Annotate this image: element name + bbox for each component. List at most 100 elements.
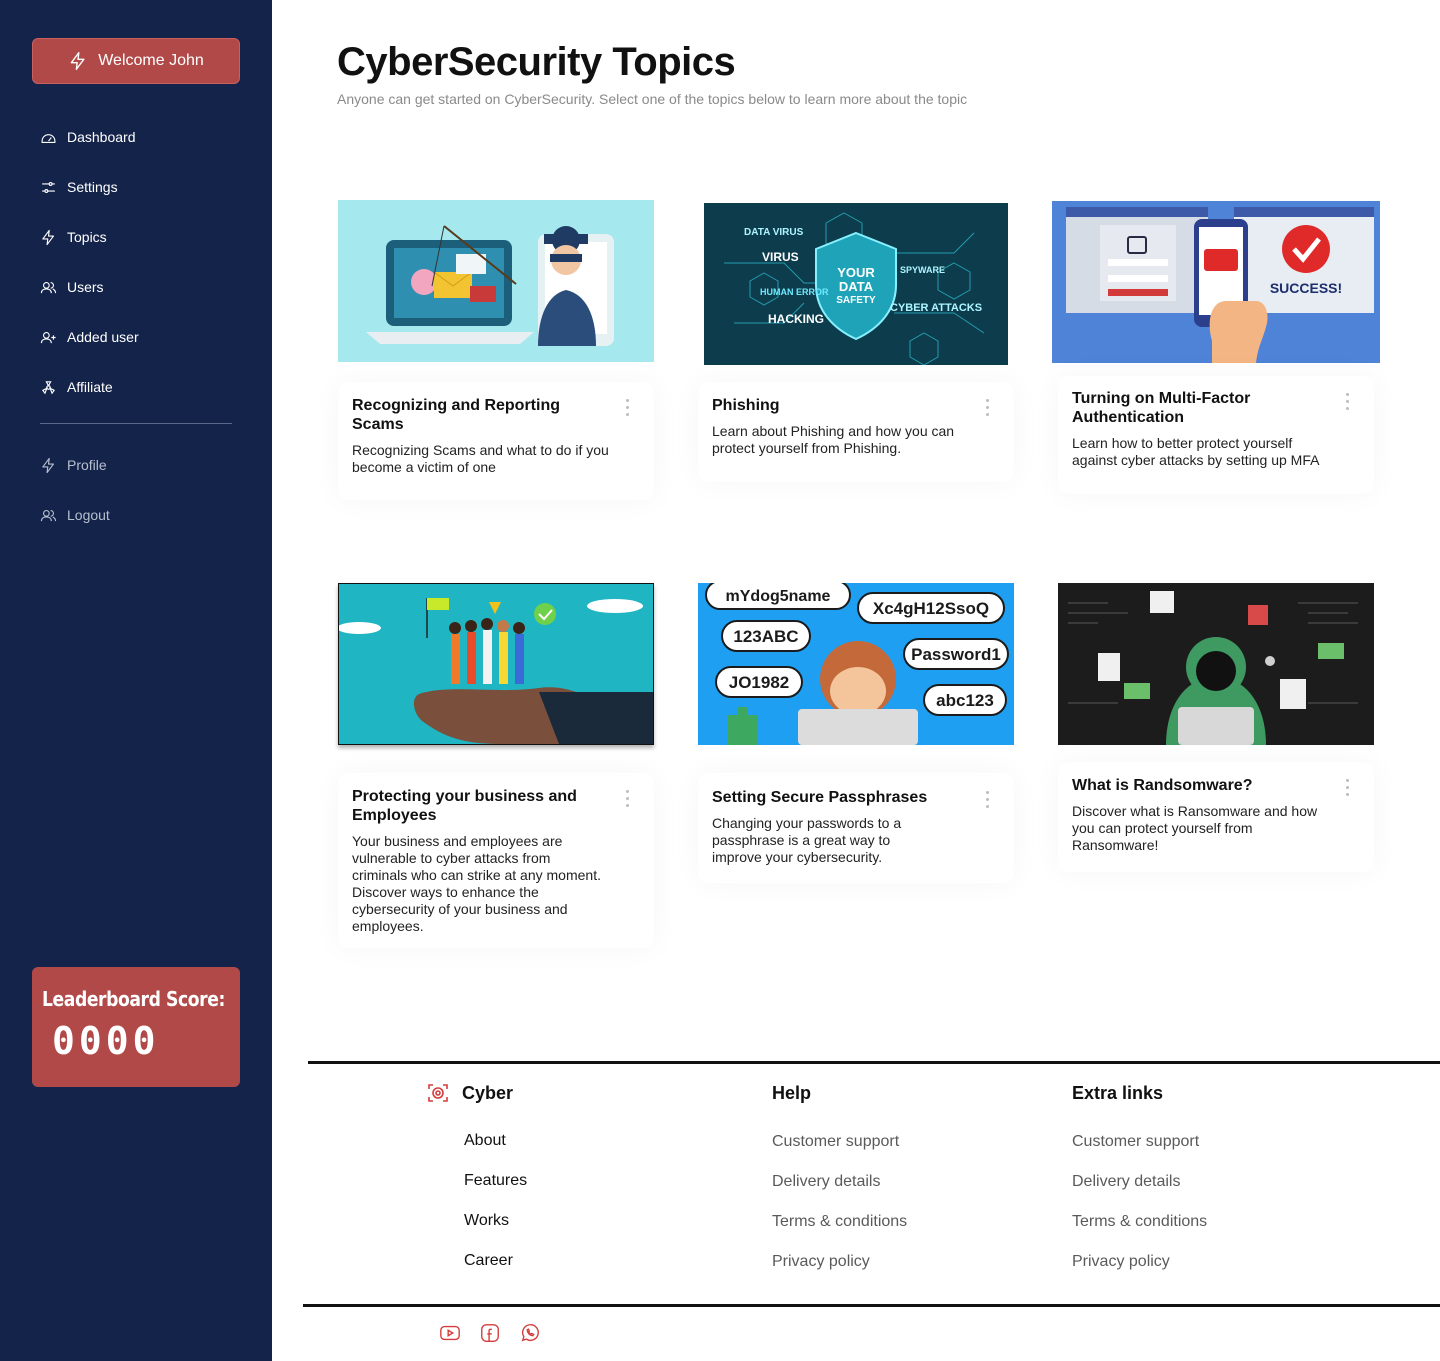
sidebar-item-logout[interactable]: Logout [40, 490, 240, 540]
bolt-icon [42, 457, 55, 473]
shield-text: YOUR [837, 265, 875, 280]
footer-link-privacy[interactable]: Privacy policy [1072, 1245, 1207, 1285]
sidebar-item-users[interactable]: Users [40, 262, 240, 312]
footer-link-privacy[interactable]: Privacy policy [772, 1245, 907, 1285]
footer-divider-top [308, 1061, 1440, 1064]
footer-brand-name: Cyber [462, 1082, 514, 1103]
business-illustration [339, 584, 653, 744]
leaderboard-card: Leaderboard Score: 0000 [32, 967, 240, 1087]
sidebar-nav: Dashboard Settings Topics Users Added us… [40, 112, 240, 412]
footer-help-title: Help [772, 1083, 812, 1103]
footer-help-column: Help Customer support Delivery details T… [772, 1083, 907, 1285]
sidebar-item-label: Profile [67, 457, 107, 473]
welcome-label: Welcome John [98, 52, 204, 69]
phishing-label: HACKING [768, 312, 824, 326]
phishing-illustration: YOUR DATA SAFETY DATA VIRUS VIRUS HUMAN … [704, 203, 1008, 365]
card-description: Your business and employees are vulnerab… [352, 833, 601, 934]
footer-link-about[interactable]: About [464, 1124, 527, 1164]
card-menu-icon[interactable] [626, 790, 630, 811]
footer-link-delivery-details[interactable]: Delivery details [1072, 1165, 1207, 1205]
footer-link-works[interactable]: Works [464, 1204, 527, 1244]
sidebar-item-label: Users [67, 279, 104, 295]
footer-link-features[interactable]: Features [464, 1164, 527, 1204]
user-plus-icon [40, 331, 56, 343]
topic-card-scams[interactable]: Recognizing and Reporting Scams Recogniz… [338, 382, 654, 500]
ransomware-illustration [1058, 583, 1374, 745]
passphrases-image[interactable]: mYdog5name Xc4gH12SsoQ 123ABC Password1 … [698, 583, 1014, 745]
footer-brand[interactable]: Cyber [426, 1081, 513, 1105]
footer-link-customer-support[interactable]: Customer support [772, 1125, 907, 1165]
business-image[interactable] [338, 583, 654, 745]
card-menu-icon[interactable] [626, 399, 630, 420]
mfa-image[interactable]: SUCCESS! [1052, 201, 1380, 363]
card-title: Turning on Multi-Factor Authentication [1072, 390, 1251, 426]
card-menu-icon[interactable] [986, 399, 990, 420]
sidebar-item-label: Topics [67, 229, 107, 245]
passphrase-bubble: Xc4gH12SsoQ [873, 599, 989, 618]
topic-card-business[interactable]: Protecting your business and Employees Y… [338, 773, 654, 948]
topic-card-mfa[interactable]: Turning on Multi-Factor Authentication L… [1058, 376, 1374, 494]
shield-text: SAFETY [836, 295, 876, 306]
shield-text: DATA [839, 279, 874, 294]
card-title: Recognizing and Reporting Scams [352, 397, 560, 433]
sliders-icon [42, 181, 55, 193]
page-subtitle: Anyone can get started on CyberSecurity.… [337, 91, 968, 107]
sidebar-item-label: Settings [67, 179, 118, 195]
passphrase-bubble: 123ABC [733, 627, 798, 646]
footer-link-terms[interactable]: Terms & conditions [1072, 1205, 1207, 1245]
card-description: Learn how to better protect yourself aga… [1072, 435, 1320, 468]
footer-link-delivery-details[interactable]: Delivery details [772, 1165, 907, 1205]
footer-brand-links: About Features Works Career [464, 1124, 527, 1284]
card-title: What is Randsomware? [1072, 777, 1253, 794]
footer-extra-title: Extra links [1072, 1083, 1164, 1103]
sidebar-item-profile[interactable]: Profile [40, 440, 240, 490]
footer-divider-bottom [303, 1304, 1440, 1307]
scams-image[interactable] [338, 200, 654, 362]
sidebar: Welcome John Dashboard Settings Topics U… [0, 0, 272, 1361]
dashboard-icon [41, 133, 56, 143]
footer-link-career[interactable]: Career [464, 1244, 527, 1284]
users-icon [40, 281, 57, 293]
sidebar-item-dashboard[interactable]: Dashboard [40, 112, 240, 162]
sidebar-item-label: Dashboard [67, 129, 136, 145]
page-title: CyberSecurity Topics [337, 40, 736, 84]
phishing-image[interactable]: YOUR DATA SAFETY DATA VIRUS VIRUS HUMAN … [704, 203, 1008, 365]
footer-extra-column: Extra links Customer support Delivery de… [1072, 1083, 1207, 1285]
card-title: Setting Secure Passphrases [712, 789, 928, 806]
card-description: Discover what is Ransomware and how you … [1072, 803, 1318, 853]
passphrase-bubble: Password1 [911, 645, 1001, 664]
sidebar-secondary-nav: Profile Logout [40, 440, 240, 540]
whatsapp-icon[interactable] [519, 1322, 541, 1344]
topic-card-passphrases[interactable]: Setting Secure Passphrases Changing your… [698, 773, 1014, 883]
leaderboard-score: 0000 [52, 1019, 160, 1063]
card-menu-icon[interactable] [1346, 393, 1350, 414]
card-menu-icon[interactable] [1346, 779, 1350, 800]
topic-card-ransomware[interactable]: What is Randsomware? Discover what is Ra… [1058, 762, 1374, 872]
bolt-icon [70, 52, 85, 71]
phishing-label: HUMAN ERROR [760, 287, 829, 297]
cyber-logo-icon [428, 1084, 448, 1102]
passphrase-bubble: abc123 [936, 691, 994, 710]
footer-link-terms[interactable]: Terms & conditions [772, 1205, 907, 1245]
ransomware-image[interactable] [1058, 583, 1374, 745]
topic-card-phishing[interactable]: Phishing Learn about Phishing and how yo… [698, 382, 1014, 482]
card-menu-icon[interactable] [986, 791, 990, 812]
card-description: Learn about Phishing and how you can pro… [712, 423, 955, 456]
sidebar-item-affiliate[interactable]: Affiliate [40, 362, 240, 412]
passphrase-bubble: mYdog5name [726, 588, 831, 605]
phishing-label: SPYWARE [900, 265, 945, 275]
welcome-button[interactable]: Welcome John [32, 38, 240, 84]
affiliate-icon [41, 380, 56, 394]
sidebar-item-settings[interactable]: Settings [40, 162, 240, 212]
bolt-icon [42, 229, 55, 245]
sidebar-item-added-user[interactable]: Added user [40, 312, 240, 362]
sidebar-item-label: Added user [67, 329, 139, 345]
sidebar-item-topics[interactable]: Topics [40, 212, 240, 262]
phishing-label: DATA VIRUS [744, 227, 804, 238]
scam-illustration [366, 225, 614, 346]
facebook-icon[interactable] [479, 1322, 501, 1344]
card-title: Protecting your business and Employees [352, 788, 577, 824]
card-description: Recognizing Scams and what to do if you … [352, 442, 609, 475]
youtube-icon[interactable] [439, 1322, 461, 1344]
footer-link-customer-support[interactable]: Customer support [1072, 1125, 1207, 1165]
